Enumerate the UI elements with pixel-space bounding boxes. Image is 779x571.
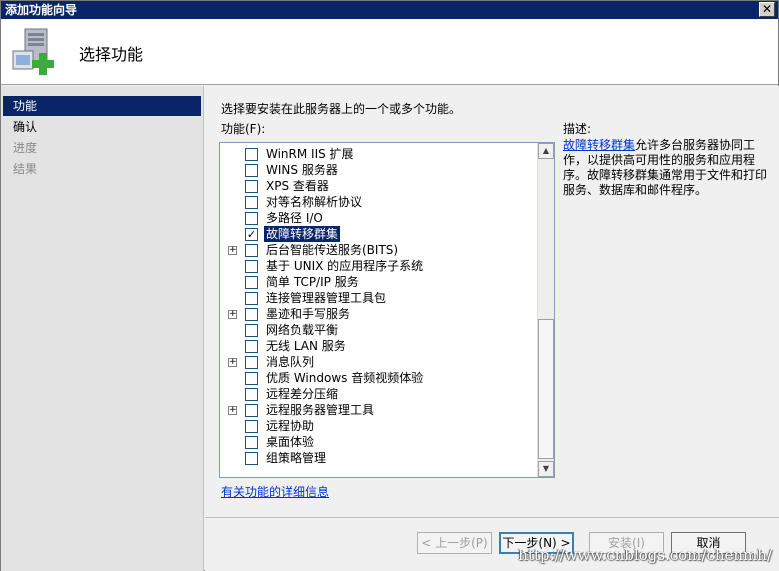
scroll-thumb[interactable] [538,319,554,459]
feature-label: 优质 Windows 音频视频体验 [266,371,424,385]
feature-checkbox[interactable] [245,420,258,433]
feature-row[interactable]: 连接管理器管理工具包 [220,290,536,306]
feature-row[interactable]: 多路径 I/O [220,210,536,226]
feature-row[interactable]: 桌面体验 [220,434,536,450]
expand-icon[interactable]: + [228,406,237,415]
features-label: 功能(F): [221,122,266,136]
feature-label: 后台智能传送服务(BITS) [266,243,399,257]
feature-checkbox[interactable] [245,180,258,193]
feature-checkbox[interactable] [245,148,258,161]
feature-row[interactable]: 优质 Windows 音频视频体验 [220,370,536,386]
feature-label: 消息队列 [266,355,315,369]
nav-step-confirm[interactable]: 确认 [3,117,201,137]
feature-row[interactable]: + 远程服务器管理工具 [220,402,536,418]
expand-icon[interactable]: + [228,246,237,255]
scroll-up-icon[interactable]: ▲ [538,143,554,159]
wizard-steps-nav: 功能 确认 进度 结果 [1,86,204,571]
description-panel: 故障转移群集允许多台服务器协同工作，以提供高可用性的服务和应用程序。故障转移群集… [563,138,768,198]
feature-label: 远程协助 [266,419,315,433]
feature-row[interactable]: 网络负载平衡 [220,322,536,338]
feature-checkbox[interactable] [245,436,258,449]
wizard-window: 添加功能向导 ✕ 选择功能 功能 确认 进度 结果 选择要安装在此服务器上的一个… [0,0,779,571]
description-label: 描述: [563,122,592,136]
feature-label: 基于 UNIX 的应用程序子系统 [266,259,424,273]
feature-row[interactable]: 简单 TCP/IP 服务 [220,274,536,290]
features-tree[interactable]: WinRM IIS 扩展 WINS 服务器 XPS 查看器对等名称解析协议 多路径 I… [219,142,555,478]
feature-label: 墨迹和手写服务 [266,307,351,321]
feature-label: 远程服务器管理工具 [266,403,375,417]
feature-checkbox[interactable] [245,276,258,289]
close-button[interactable]: ✕ [759,2,775,17]
feature-label: WINS 服务器 [266,163,338,177]
feature-row[interactable]: 无线 LAN 服务 [220,338,536,354]
feature-checkbox[interactable] [245,324,258,337]
feature-checkbox[interactable] [245,340,258,353]
wizard-header: 选择功能 [1,19,778,85]
feature-row[interactable]: + 后台智能传送服务(BITS) [220,242,536,258]
feature-checkbox[interactable] [245,196,258,209]
expand-icon[interactable]: + [228,310,237,319]
feature-label: 组策略管理 [266,451,327,465]
nav-step-features[interactable]: 功能 [3,96,201,116]
feature-row[interactable]: + 墨迹和手写服务 [220,306,536,322]
feature-row[interactable]: WinRM IIS 扩展 [220,146,536,162]
feature-label: 简单 TCP/IP 服务 [266,275,359,289]
feature-label: 对等名称解析协议 [266,195,363,209]
feature-checkbox[interactable] [245,404,258,417]
instruction-text: 选择要安装在此服务器上的一个或多个功能。 [221,102,462,116]
feature-row[interactable]: 远程协助 [220,418,536,434]
feature-checkbox[interactable]: ✓ [245,228,258,241]
feature-checkbox[interactable] [245,260,258,273]
feature-checkbox[interactable] [245,372,258,385]
feature-checkbox[interactable] [245,388,258,401]
feature-label: XPS 查看器 [266,179,329,193]
feature-checkbox[interactable] [245,308,258,321]
feature-label: 远程差分压缩 [266,387,339,401]
feature-checkbox[interactable] [245,164,258,177]
feature-row[interactable]: ✓ 故障转移群集 [220,226,536,242]
feature-checkbox[interactable] [245,356,258,369]
feature-row[interactable]: 对等名称解析协议 [220,194,536,210]
window-title: 添加功能向导 [5,3,78,17]
description-feature-link[interactable]: 故障转移群集 [563,138,635,152]
feature-checkbox[interactable] [245,212,258,225]
vertical-scrollbar[interactable]: ▲ ▼ [537,143,554,477]
feature-row[interactable]: 基于 UNIX 的应用程序子系统 [220,258,536,274]
feature-row[interactable]: 远程差分压缩 [220,386,536,402]
feature-label: WinRM IIS 扩展 [266,147,354,161]
nav-step-progress: 进度 [13,141,38,155]
more-info-link[interactable]: 有关功能的详细信息 [221,483,329,500]
feature-row[interactable]: XPS 查看器 [220,178,536,194]
feature-label: 故障转移群集 [264,226,341,242]
main-content: 选择要安装在此服务器上的一个或多个功能。 功能(F): WinRM IIS 扩展… [205,86,779,517]
feature-checkbox[interactable] [245,452,258,465]
feature-label: 无线 LAN 服务 [266,339,346,353]
scroll-down-icon[interactable]: ▼ [538,461,554,477]
feature-label: 桌面体验 [266,435,315,449]
feature-checkbox[interactable] [245,244,258,257]
close-icon: ✕ [761,2,773,16]
nav-step-results: 结果 [13,162,38,176]
server-add-icon [11,27,61,77]
feature-row[interactable]: + 消息队列 [220,354,536,370]
feature-label: 网络负载平衡 [266,323,339,337]
feature-checkbox[interactable] [245,292,258,305]
feature-row[interactable]: 组策略管理 [220,450,536,466]
feature-row[interactable]: WINS 服务器 [220,162,536,178]
watermark: http://www.cnblogs.com/chenmh/ [518,546,772,564]
feature-label: 连接管理器管理工具包 [266,291,387,305]
back-button[interactable]: < 上一步(P) [417,532,492,554]
page-title: 选择功能 [79,45,144,64]
feature-label: 多路径 I/O [266,211,323,225]
expand-icon[interactable]: + [228,358,237,367]
title-bar: 添加功能向导 ✕ [1,1,778,19]
